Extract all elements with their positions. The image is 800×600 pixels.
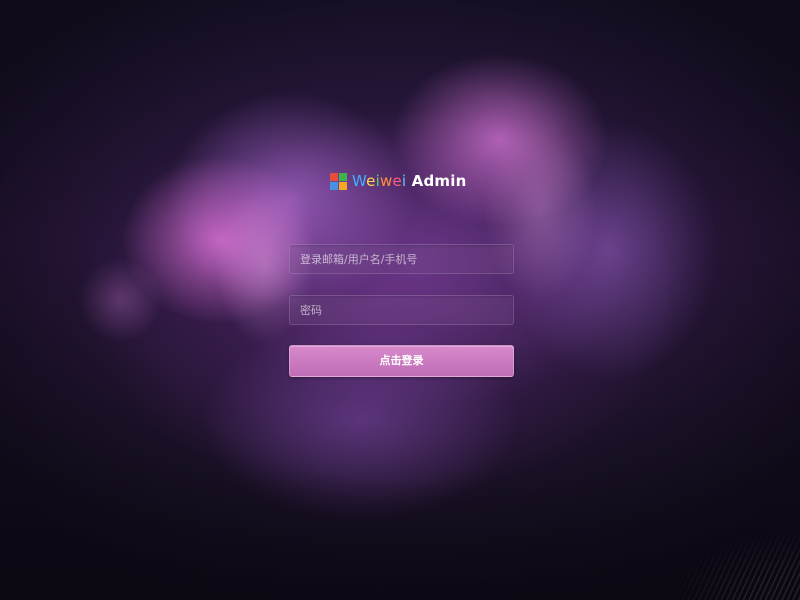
username-input[interactable] (289, 244, 514, 274)
brand-name: Weiwei Admin (352, 172, 466, 190)
brand-name-suffix: Admin (406, 172, 467, 190)
logo-tile-blue (330, 181, 338, 190)
login-page: Weiwei Admin 点击登录 (0, 0, 800, 600)
brand-name-letter: W (352, 172, 367, 190)
brand-logo: Weiwei Admin (330, 171, 466, 191)
brand-name-letter: w (379, 172, 393, 190)
windows-tiles-icon (330, 172, 347, 190)
logo-tile-green (339, 172, 347, 181)
logo-tile-red (330, 172, 338, 181)
brand-name-letter: e (392, 172, 402, 190)
brand-name-letter: e (366, 172, 376, 190)
background-streaks (630, 510, 800, 600)
login-button[interactable]: 点击登录 (289, 345, 514, 377)
password-input[interactable] (289, 295, 514, 325)
logo-tile-orange (339, 181, 347, 190)
